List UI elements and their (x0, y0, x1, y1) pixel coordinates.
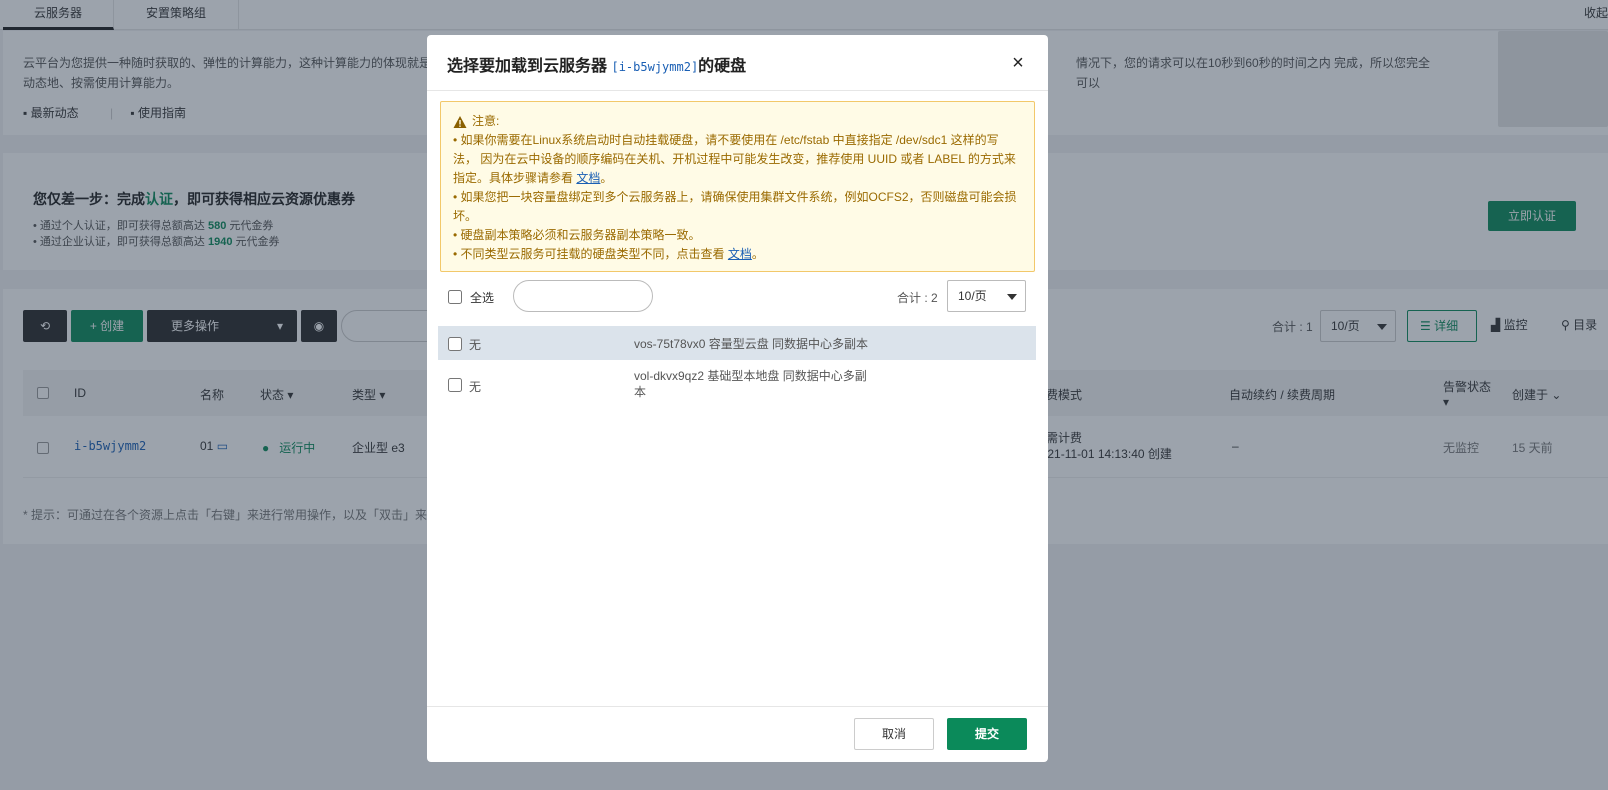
disk-page-size-select[interactable]: 10/页 (947, 280, 1026, 312)
select-all-checkbox[interactable] (448, 290, 462, 304)
disk-description: vol-dkvx9qz2 基础型本地盘 同数据中心多副本 (634, 369, 867, 399)
disk-total: 合计 : 2 (897, 291, 938, 305)
notice-doc-link-2[interactable]: 文档 (728, 247, 752, 261)
notice-doc-link-1[interactable]: 文档 (576, 171, 600, 185)
close-button[interactable]: × (1008, 53, 1028, 73)
disk-page-size-label: 10/页 (958, 289, 987, 303)
disk-name: 无 (469, 380, 482, 394)
dialog-footer: 取消 提交 (427, 706, 1048, 762)
notice-item-4-text: • 不同类型云服务可挂载的硬盘类型不同，点击查看 (453, 247, 725, 261)
dialog-title-suffix: 的硬盘 (698, 58, 747, 75)
disk-description: vos-75t78vx0 容量型云盘 同数据中心多副本 (634, 337, 869, 351)
select-all-label[interactable]: 全选 (470, 289, 494, 306)
disk-list-controls: 全选 合计 : 2 10/页 (440, 280, 1035, 314)
disk-name: 无 (469, 338, 482, 352)
submit-button[interactable]: 提交 (947, 718, 1027, 750)
notice-item-3: • 硬盘副本策略必须和云服务器副本策略一致。 (453, 228, 701, 242)
disk-search-input[interactable] (513, 280, 653, 312)
cancel-button[interactable]: 取消 (854, 718, 934, 750)
caret-down-icon (1007, 294, 1017, 300)
disk-list: 无 vos-75t78vx0 容量型云盘 同数据中心多副本 无 vol-dkvx… (438, 326, 1036, 409)
attach-disk-dialog: 选择要加载到云服务器 [i-b5wjymm2]的硬盘 × 注意: • 如果你需要… (427, 35, 1048, 762)
notice-item-1-text: • 如果你需要在Linux系统启动时自动挂载硬盘，请不要使用在 /etc/fst… (453, 133, 1016, 185)
notice-heading-text: 注意: (472, 114, 500, 128)
disk-checkbox[interactable] (448, 337, 462, 351)
notice-item-4: • 不同类型云服务可挂载的硬盘类型不同，点击查看 文档。 (453, 245, 1022, 264)
dialog-instance-id: [i-b5wjymm2] (611, 60, 699, 74)
notice-period-1: 。 (600, 171, 613, 185)
notice-heading: 注意: (453, 112, 1022, 131)
notice-period-2: 。 (751, 247, 764, 261)
list-item[interactable]: 无 vos-75t78vx0 容量型云盘 同数据中心多副本 (438, 326, 1036, 361)
list-item[interactable]: 无 vol-dkvx9qz2 基础型本地盘 同数据中心多副本 (438, 361, 1036, 409)
dialog-header: 选择要加载到云服务器 [i-b5wjymm2]的硬盘 × (427, 35, 1048, 91)
warning-icon (453, 115, 467, 128)
notice-box: 注意: • 如果你需要在Linux系统启动时自动挂载硬盘，请不要使用在 /etc… (440, 101, 1035, 272)
notice-item-1: • 如果你需要在Linux系统启动时自动挂载硬盘，请不要使用在 /etc/fst… (453, 131, 1022, 188)
close-icon: × (1012, 52, 1024, 74)
dialog-title-prefix: 选择要加载到云服务器 (447, 58, 608, 75)
notice-item-2: • 如果您把一块容量盘绑定到多个云服务器上，请确保使用集群文件系统，例如OCFS… (453, 190, 1017, 223)
disk-checkbox[interactable] (448, 378, 462, 392)
dialog-title: 选择要加载到云服务器 [i-b5wjymm2]的硬盘 (447, 52, 746, 76)
